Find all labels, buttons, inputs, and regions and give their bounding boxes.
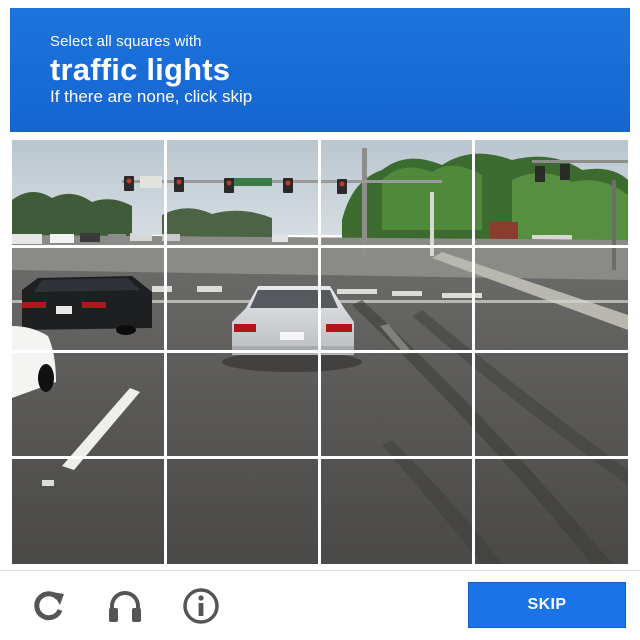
challenge-header: Select all squares with traffic lights I… (10, 8, 630, 132)
grid-tile-12[interactable] (474, 352, 628, 458)
target-object-text: traffic lights (50, 52, 231, 87)
hint-text: If there are none, click skip (50, 87, 253, 106)
grid-tile-16[interactable] (474, 458, 628, 564)
skip-button[interactable]: SKIP (468, 582, 626, 628)
grid-tile-11[interactable] (320, 352, 474, 458)
grid-tile-8[interactable] (474, 246, 628, 352)
grid-tile-10[interactable] (166, 352, 320, 458)
grid-tile-7[interactable] (320, 246, 474, 352)
info-button[interactable] (179, 584, 223, 628)
image-grid (12, 140, 628, 564)
grid-tile-1[interactable] (12, 140, 166, 246)
grid-tile-4[interactable] (474, 140, 628, 246)
footer-divider (0, 570, 640, 571)
grid-tile-13[interactable] (12, 458, 166, 564)
grid-tile-14[interactable] (166, 458, 320, 564)
reload-button[interactable] (26, 584, 70, 628)
grid-tile-2[interactable] (166, 140, 320, 246)
info-icon (183, 588, 219, 624)
reload-icon (34, 591, 64, 621)
grid-tile-15[interactable] (320, 458, 474, 564)
audio-challenge-button[interactable] (103, 584, 147, 628)
captcha-frame: Select all squares with traffic lights I… (0, 0, 640, 640)
instruction-text: Select all squares with (50, 33, 202, 50)
grid-tile-6[interactable] (166, 246, 320, 352)
grid-tile-3[interactable] (320, 140, 474, 246)
grid-tile-5[interactable] (12, 246, 166, 352)
grid-tile-9[interactable] (12, 352, 166, 458)
headphones-icon (109, 591, 141, 622)
